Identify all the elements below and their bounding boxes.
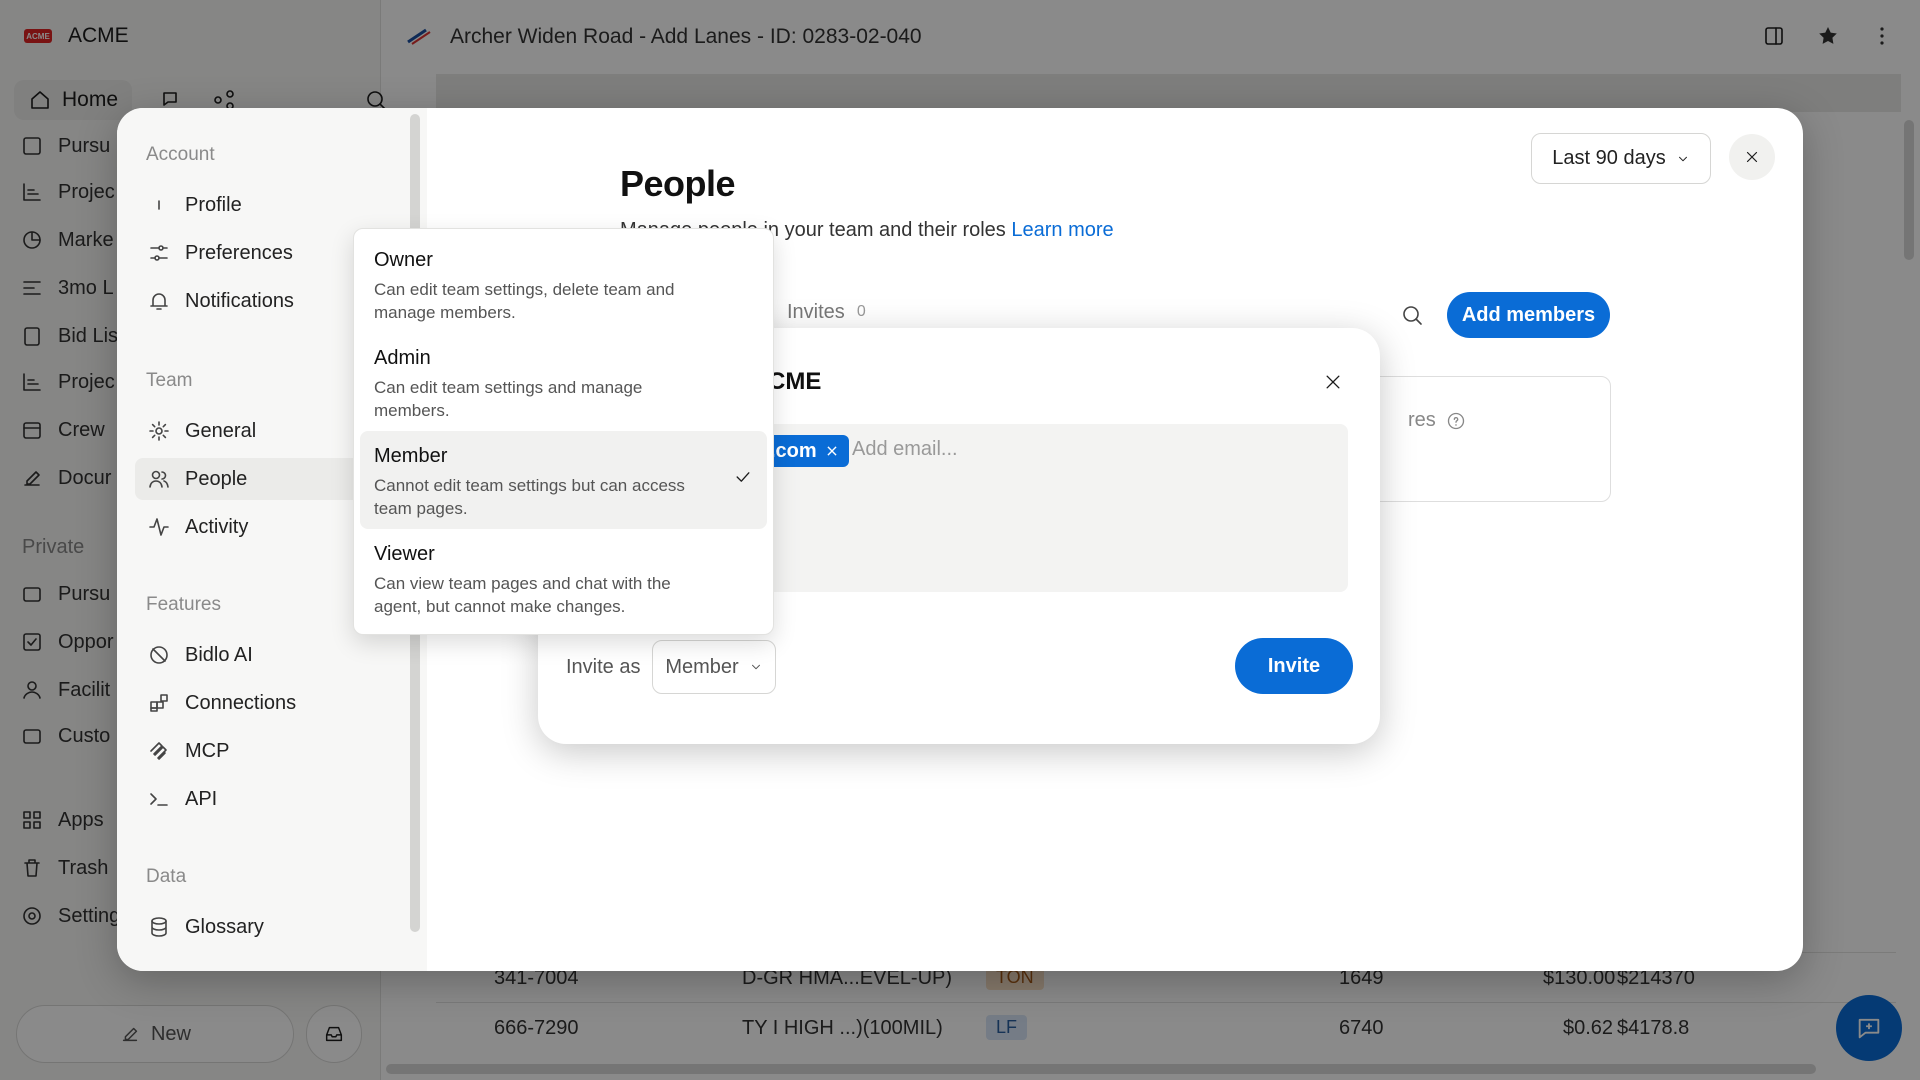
settings-item-label: Connections (185, 691, 297, 714)
settings-item-general[interactable]: General (135, 410, 385, 452)
add-members-button[interactable]: Add members (1447, 292, 1610, 338)
checkmark-icon (736, 472, 750, 482)
role-option-member[interactable]: Member Cannot edit team settings but can… (360, 431, 767, 529)
role-option-description: Can edit team settings, delete team and … (374, 280, 675, 322)
settings-item-glossary[interactable]: Glossary (135, 906, 385, 948)
add-email-input[interactable] (852, 438, 1152, 461)
settings-item-label: API (185, 787, 218, 810)
role-option-name: Member (374, 445, 448, 467)
gear-icon (149, 421, 169, 441)
invite-as-label: Invite as (566, 656, 641, 678)
settings-item-connections[interactable]: Connections (135, 682, 385, 724)
group-data: Data (146, 866, 187, 887)
role-option-name: Viewer (374, 543, 435, 565)
settings-item-mcp[interactable]: MCP (135, 730, 385, 772)
settings-item-label: Bidlo AI (185, 643, 253, 666)
invites-count: 0 (856, 303, 866, 320)
close-icon[interactable] (1323, 372, 1343, 392)
bell-icon (150, 293, 168, 310)
settings-item-api[interactable]: API (135, 778, 385, 820)
close-settings-button[interactable] (1729, 134, 1775, 180)
group-features: Features (146, 594, 221, 615)
help-icon[interactable] (1446, 411, 1466, 431)
activity-icon (149, 518, 169, 536)
role-option-owner[interactable]: Owner Can edit team settings, delete tea… (360, 235, 767, 333)
settings-item-bidlo-ai[interactable]: Bidlo AI (135, 634, 385, 676)
role-option-viewer[interactable]: Viewer Can view team pages and chat with… (360, 529, 767, 627)
settings-item-label: Activity (185, 515, 249, 538)
search-icon[interactable] (1400, 303, 1424, 327)
bidlo-ai-icon (150, 646, 168, 664)
email-chip-label: .com (770, 439, 817, 462)
settings-item-label: Profile (185, 193, 242, 216)
settings-item-notifications[interactable]: Notifications (135, 280, 385, 322)
settings-item-label: Preferences (185, 241, 293, 264)
role-option-name: Admin (374, 347, 431, 369)
chevron-down-icon (751, 664, 760, 670)
invite-dialog-title: CME (768, 368, 822, 395)
settings-item-people[interactable]: People (135, 458, 385, 500)
chevron-down-icon (1678, 156, 1687, 161)
role-option-name: Owner (374, 249, 433, 271)
connections-icon (150, 694, 168, 712)
settings-item-label: MCP (185, 739, 230, 762)
settings-item-profile[interactable]: Profile (135, 184, 385, 226)
settings-item-label: People (185, 467, 248, 490)
profile-icon (158, 200, 160, 210)
settings-item-label: Notifications (185, 289, 294, 312)
settings-item-label: General (185, 419, 257, 442)
group-team: Team (146, 370, 193, 391)
group-account: Account (146, 144, 215, 165)
settings-item-activity[interactable]: Activity (135, 506, 385, 548)
email-input-area[interactable]: .com (764, 424, 1348, 592)
tab-invites[interactable]: Invites 0 (787, 301, 866, 324)
info-card: res (1347, 376, 1611, 502)
invite-button[interactable]: Invite (1235, 638, 1353, 694)
role-dropdown-menu: Owner Can edit team settings, delete tea… (353, 228, 774, 635)
role-option-description: Can view team pages and chat with the ag… (374, 574, 671, 616)
date-range-select[interactable]: Last 90 days (1531, 133, 1711, 184)
settings-item-preferences[interactable]: Preferences (135, 232, 385, 274)
mcp-icon (150, 742, 167, 760)
people-icon (149, 470, 169, 488)
role-select-value: Member (665, 655, 739, 678)
date-range-label: Last 90 days (1552, 147, 1666, 169)
email-chip[interactable]: .com (764, 435, 849, 467)
settings-item-label: Glossary (185, 915, 264, 938)
people-title: People (620, 163, 736, 204)
role-option-admin[interactable]: Admin Can edit team settings and manage … (360, 333, 767, 431)
close-icon (1746, 151, 1758, 163)
info-card-text: res (1408, 409, 1436, 431)
tab-invites-label: Invites (787, 301, 845, 323)
role-option-description: Can edit team settings and manage member… (374, 378, 643, 420)
remove-email-icon[interactable] (825, 444, 839, 458)
learn-more-link[interactable]: Learn more (1011, 219, 1113, 241)
role-select[interactable]: Member (652, 640, 776, 694)
sliders-icon (150, 245, 168, 261)
role-option-description: Cannot edit team settings but can access… (374, 476, 685, 518)
terminal-icon (150, 793, 168, 806)
database-icon (151, 917, 167, 937)
